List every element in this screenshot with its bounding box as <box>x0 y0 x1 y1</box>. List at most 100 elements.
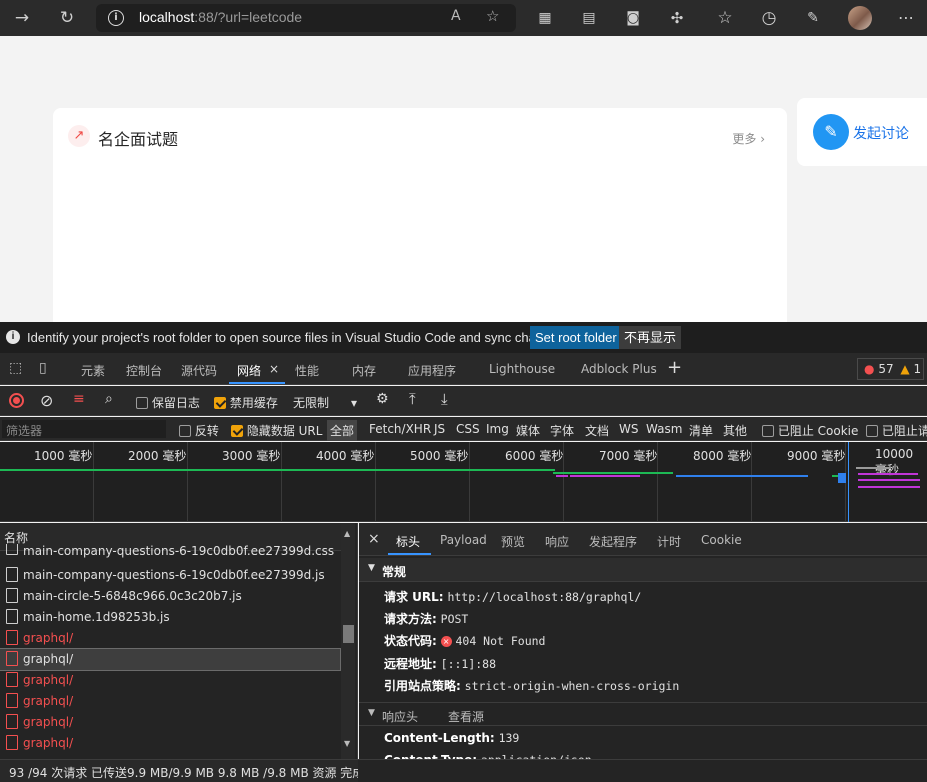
timeline-bar <box>838 473 846 483</box>
edit-icon[interactable]: ✎ <box>813 114 849 150</box>
throttle-select[interactable]: 无限制 ▾ <box>293 394 357 411</box>
url-text[interactable]: localhost:88/?url=leetcode <box>139 9 302 25</box>
type-filter-font[interactable]: 字体 <box>550 422 574 439</box>
more-icon[interactable]: ⋯ <box>894 6 918 30</box>
forward-icon[interactable]: → <box>10 6 34 30</box>
type-filter-doc[interactable]: 文档 <box>585 422 609 439</box>
tab-preview[interactable]: 预览 <box>501 533 525 550</box>
favorite-add-icon[interactable]: ☆ <box>486 7 499 25</box>
general-section-header[interactable]: ▼ 常规 <box>359 558 927 582</box>
request-row[interactable]: graphql/ <box>0 712 340 733</box>
disable-cache-checkbox[interactable]: 禁用缓存 <box>214 394 278 411</box>
type-filter-all[interactable]: 全部 <box>327 420 358 441</box>
info-icon[interactable]: i <box>108 10 124 26</box>
tab-elements[interactable]: 元素 <box>81 362 105 379</box>
tab-performance[interactable]: 性能 <box>295 362 319 379</box>
timeline-gridline <box>281 442 282 522</box>
blocked-requests-checkbox[interactable]: 已阻止请 <box>866 422 927 439</box>
request-row[interactable]: graphql/ <box>0 691 340 712</box>
request-row[interactable]: graphql/ <box>0 670 340 691</box>
request-row-selected[interactable]: graphql/ <box>0 648 341 671</box>
record-icon[interactable] <box>9 393 24 408</box>
request-detail-pane: × 标头 Payload 预览 响应 发起程序 计时 Cookie ▼ 常规 请… <box>359 523 927 767</box>
history-icon[interactable]: ◷ <box>757 6 781 30</box>
invert-checkbox[interactable]: 反转 <box>179 422 219 439</box>
tab-timing[interactable]: 计时 <box>657 533 681 550</box>
request-row[interactable]: main-circle-5-6848c966.0c3c20b7.js <box>0 586 340 607</box>
issues-badge[interactable]: ● 57 ▲ 1 <box>857 358 924 380</box>
tab-console[interactable]: 控制台 <box>126 362 162 379</box>
card-title: 名企面试题 <box>98 132 179 149</box>
tab-memory[interactable]: 内存 <box>352 362 376 379</box>
preserve-log-checkbox[interactable]: 保留日志 <box>136 394 200 411</box>
qr-code-icon[interactable]: ▦ <box>533 6 557 30</box>
scroll-up-icon[interactable]: ▲ <box>344 529 350 538</box>
extensions-puzzle-icon[interactable]: ✣ <box>665 6 689 30</box>
dont-show-again-button[interactable]: 不再显示 <box>619 326 682 349</box>
scrollbar-thumb[interactable] <box>343 625 354 643</box>
reader-view-icon[interactable]: ▤ <box>577 6 601 30</box>
tab-headers[interactable]: 标头 <box>396 533 420 550</box>
type-filter-js[interactable]: JS <box>434 422 445 436</box>
type-filter-ws[interactable]: WS <box>619 422 638 436</box>
device-toolbar-icon[interactable]: ▯ <box>39 360 47 376</box>
scroll-down-icon[interactable]: ▼ <box>344 739 350 748</box>
tab-initiator[interactable]: 发起程序 <box>589 533 637 550</box>
tab-network[interactable]: 网络 <box>237 362 261 379</box>
read-aloud-icon[interactable]: A <box>451 8 461 24</box>
set-root-folder-button[interactable]: Set root folder <box>530 326 622 349</box>
request-row[interactable]: main-company-questions-6-19c0db0f.ee2739… <box>0 544 340 559</box>
timeline-label: 3000 毫秒 <box>222 449 281 463</box>
timeline-bar <box>553 472 673 474</box>
favorites-icon[interactable]: ☆ <box>713 6 737 30</box>
type-filter-wasm[interactable]: Wasm <box>646 422 682 436</box>
address-bar[interactable]: i localhost:88/?url=leetcode A ☆ <box>96 4 516 32</box>
collections-icon[interactable]: ✎ <box>801 6 825 30</box>
network-overview[interactable]: 1000 毫秒 2000 毫秒 3000 毫秒 4000 毫秒 5000 毫秒 … <box>0 442 927 522</box>
clear-icon[interactable]: ⊘ <box>40 391 53 410</box>
close-tab-icon[interactable]: × <box>269 362 279 376</box>
filter-input[interactable]: 筛选器 <box>2 420 166 438</box>
tab-response[interactable]: 响应 <box>545 533 569 550</box>
close-detail-icon[interactable]: × <box>368 531 380 547</box>
extension-icon[interactable]: ◙ <box>621 6 645 30</box>
import-har-icon[interactable]: ⤒ <box>409 390 416 408</box>
start-discussion-label[interactable]: 发起讨论 <box>853 123 909 143</box>
request-row[interactable]: main-company-questions-6-19c0db0f.ee2739… <box>0 565 340 586</box>
web-page: ↗ 名企面试题 更多 › ✎ 发起讨论 <box>0 36 927 338</box>
search-icon[interactable]: ⌕ <box>105 391 113 407</box>
type-filter-css[interactable]: CSS <box>456 422 480 436</box>
request-row[interactable]: graphql/ <box>0 628 340 649</box>
request-row[interactable]: graphql/ <box>0 733 340 754</box>
inspect-element-icon[interactable]: ⬚ <box>9 360 22 376</box>
timeline-label: 5000 毫秒 <box>410 449 469 463</box>
blocked-cookies-checkbox[interactable]: 已阻止 Cookie <box>762 422 858 439</box>
filter-icon[interactable]: ≡ <box>73 391 85 407</box>
avatar[interactable] <box>848 6 872 30</box>
tab-adblock[interactable]: Adblock Plus <box>581 362 657 376</box>
response-headers-section-header[interactable]: ▼ 响应头 查看源 <box>359 702 927 726</box>
infobar-message: Identify your project's root folder to o… <box>27 330 568 345</box>
request-list-scrollbar[interactable]: ▲ ▼ <box>341 523 355 759</box>
tab-payload[interactable]: Payload <box>440 533 487 547</box>
hide-data-urls-checkbox[interactable]: 隐藏数据 URL <box>231 422 322 439</box>
view-source-link[interactable]: 查看源 <box>448 708 484 725</box>
refresh-icon[interactable]: ↻ <box>55 6 79 30</box>
timeline-label: 8000 毫秒 <box>693 449 752 463</box>
add-tab-icon[interactable]: + <box>667 357 682 378</box>
network-conditions-icon[interactable]: ⚙ <box>376 391 389 407</box>
discussion-card[interactable]: ✎ 发起讨论 <box>797 98 927 166</box>
type-filter-media[interactable]: 媒体 <box>516 422 540 439</box>
type-filter-img[interactable]: Img <box>486 422 509 436</box>
type-filter-other[interactable]: 其他 <box>723 422 747 439</box>
tab-cookies[interactable]: Cookie <box>701 533 742 547</box>
timeline-label: 6000 毫秒 <box>505 449 564 463</box>
type-filter-fetch[interactable]: Fetch/XHR <box>369 422 431 436</box>
export-har-icon[interactable]: ⤓ <box>441 390 448 408</box>
tab-application[interactable]: 应用程序 <box>408 362 456 379</box>
more-link[interactable]: 更多 › <box>732 130 765 147</box>
request-row[interactable]: main-home.1d98253b.js <box>0 607 340 628</box>
tab-sources[interactable]: 源代码 <box>181 362 217 379</box>
type-filter-manifest[interactable]: 清单 <box>689 422 713 439</box>
tab-lighthouse[interactable]: Lighthouse <box>489 362 555 376</box>
